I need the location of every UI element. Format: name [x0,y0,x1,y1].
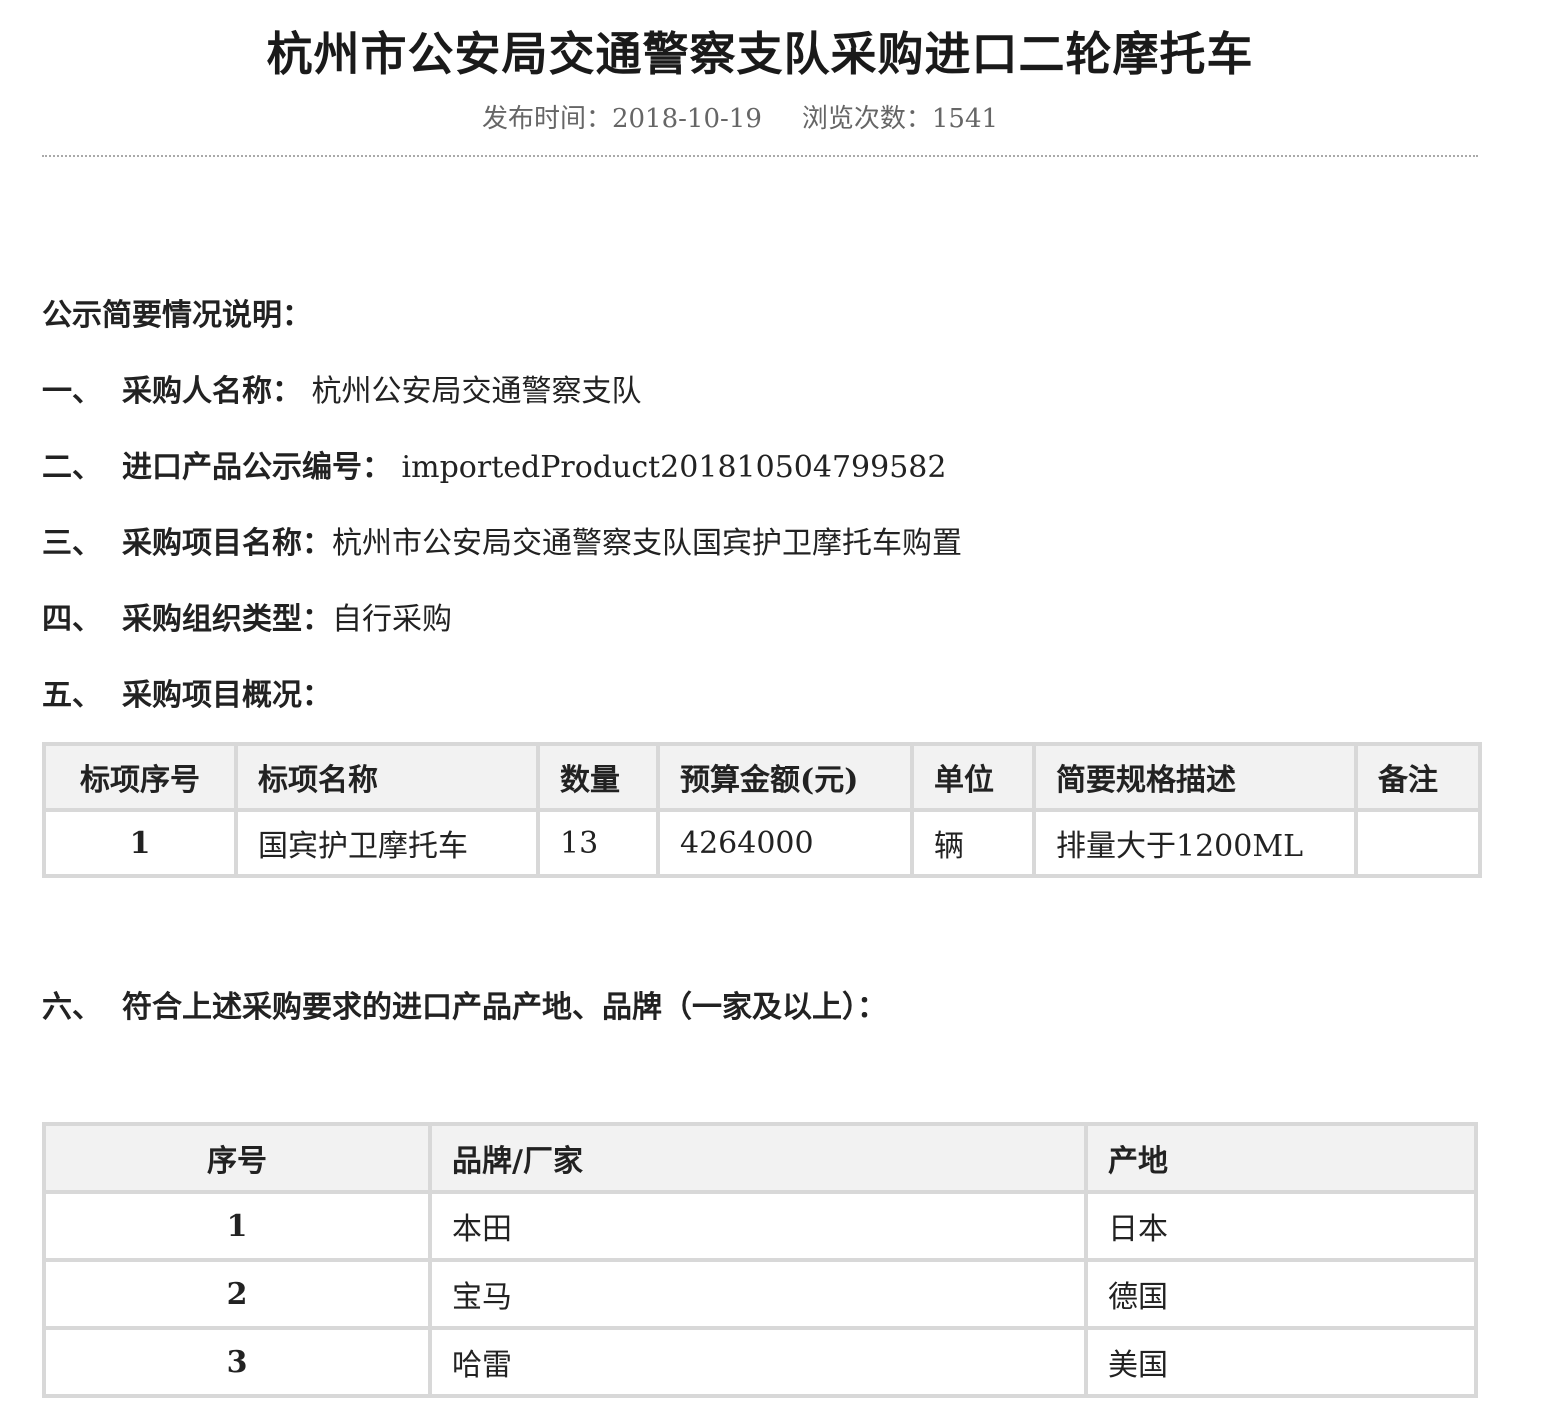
item-label: 采购组织类型： [122,602,332,637]
column-header: 标项名称 [236,744,538,810]
table-cell: 1 [44,810,236,876]
publish-date: 2018-10-19 [611,104,762,134]
column-header: 简要规格描述 [1034,744,1356,810]
table-cell: 2 [44,1260,430,1328]
table-cell: 13 [538,810,658,876]
page-title: 杭州市公安局交通警察支队采购进口二轮摩托车 [266,27,1254,81]
table-cell: 日本 [1086,1192,1476,1260]
table-cell: 辆 [912,810,1034,876]
summary-item-org-type: 四、 采购组织类型：自行采购 [42,594,452,638]
summary-item-purchaser: 一、 采购人名称： 杭州公安局交通警察支队 [42,366,642,410]
project-table: 标项序号 标项名称 数量 预算金额(元) 单位 简要规格描述 备注 1 国宾护卫… [42,742,1482,878]
table-header-row: 标项序号 标项名称 数量 预算金额(元) 单位 简要规格描述 备注 [44,744,1480,810]
table-cell: 宝马 [430,1260,1086,1328]
table-row: 1 国宾护卫摩托车 13 4264000 辆 排量大于1200ML [44,810,1480,876]
item-value: 自行采购 [332,602,452,637]
item-number: 六、 [42,990,102,1025]
column-header: 序号 [44,1124,430,1192]
column-header: 数量 [538,744,658,810]
item-value: 杭州市公安局交通警察支队国宾护卫摩托车购置 [332,526,962,561]
table-cell: 4264000 [658,810,912,876]
table-cell: 本田 [430,1192,1086,1260]
table-cell: 排量大于1200ML [1034,810,1356,876]
section-six-heading: 六、 符合上述采购要求的进口产品产地、品牌（一家及以上）： [42,982,887,1026]
column-header: 预算金额(元) [658,744,912,810]
views-count: 1541 [931,104,999,134]
table-cell [1356,810,1480,876]
summary-item-overview: 五、 采购项目概况： [42,670,332,714]
item-label: 采购项目名称： [122,526,332,561]
item-value: 杭州公安局交通警察支队 [311,374,642,409]
article-meta: 发布时间：2018-10-19 浏览次数：1541 [0,98,1480,135]
item-number: 二、 [42,450,102,485]
table-cell: 美国 [1086,1328,1476,1396]
column-header: 品牌/厂家 [430,1124,1086,1192]
item-label: 采购人名称： [122,374,302,409]
item-label: 进口产品公示编号： [122,450,392,485]
table-cell: 德国 [1086,1260,1476,1328]
summary-item-project-name: 三、 采购项目名称：杭州市公安局交通警察支队国宾护卫摩托车购置 [42,518,962,562]
publish-label: 发布时间： [481,104,612,134]
item-value: importedProduct201810504799582 [401,450,947,485]
table-cell: 国宾护卫摩托车 [236,810,538,876]
column-header: 单位 [912,744,1034,810]
item-label: 采购项目概况： [122,678,332,713]
views-label: 浏览次数： [801,104,932,134]
item-number: 一、 [42,374,102,409]
table-row: 1 本田 日本 [44,1192,1476,1260]
column-header: 产地 [1086,1124,1476,1192]
table-row: 3 哈雷 美国 [44,1328,1476,1396]
title-divider [42,155,1478,157]
item-number: 四、 [42,602,102,637]
column-header: 备注 [1356,744,1480,810]
summary-heading-text: 公示简要情况说明： [42,298,312,333]
summary-item-notice-number: 二、 进口产品公示编号： importedProduct2018105047995… [42,442,946,486]
table-cell: 1 [44,1192,430,1260]
column-header: 标项序号 [44,744,236,810]
brand-table: 序号 品牌/厂家 产地 1 本田 日本 2 宝马 德国 3 哈雷 美国 [42,1122,1478,1398]
table-header-row: 序号 品牌/厂家 产地 [44,1124,1476,1192]
table-row: 2 宝马 德国 [44,1260,1476,1328]
item-number: 五、 [42,678,102,713]
item-label: 符合上述采购要求的进口产品产地、品牌（一家及以上）： [122,990,887,1025]
table-cell: 哈雷 [430,1328,1086,1396]
summary-heading: 公示简要情况说明： [42,290,312,334]
item-number: 三、 [42,526,102,561]
table-cell: 3 [44,1328,430,1396]
